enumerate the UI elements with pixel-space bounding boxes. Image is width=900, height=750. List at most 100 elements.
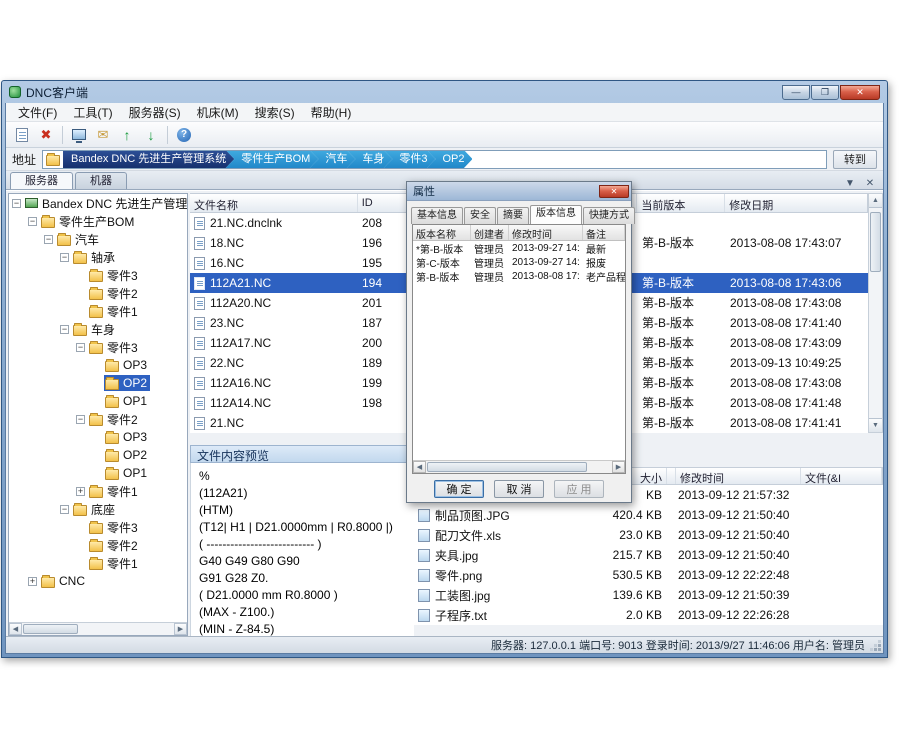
version-row[interactable]: *第-B-版本管理员2013-09-27 14:最新: [413, 241, 625, 255]
tree-item[interactable]: OP2: [9, 446, 187, 464]
tree-item[interactable]: 零件1: [9, 302, 187, 320]
close-button[interactable]: ✕: [840, 85, 880, 100]
tree-item[interactable]: +零件1: [9, 482, 187, 500]
attachment-row[interactable]: 子程序.txt2.0 KB2013-09-12 22:26:28: [414, 605, 883, 625]
attachment-column-file[interactable]: 文件(&I: [801, 468, 882, 484]
expander-icon[interactable]: −: [76, 415, 85, 424]
version-column-name[interactable]: 版本名称: [413, 225, 471, 240]
attachment-row[interactable]: 制品顶图.JPG420.4 KB2013-09-12 21:50:40: [414, 505, 883, 525]
expander-icon[interactable]: −: [12, 199, 21, 208]
tree-item[interactable]: OP3: [9, 356, 187, 374]
menu-item[interactable]: 帮助(H): [303, 103, 360, 123]
send-button[interactable]: ✉: [92, 124, 114, 146]
version-row[interactable]: 第-C-版本管理员2013-09-27 14:报废: [413, 255, 625, 269]
scroll-right-icon[interactable]: ▶: [612, 461, 625, 473]
tree-item[interactable]: −轴承: [9, 248, 187, 266]
delete-button[interactable]: ✖: [35, 124, 57, 146]
vertical-scrollbar[interactable]: ▲ ▼: [868, 193, 883, 433]
expander-icon[interactable]: −: [60, 325, 69, 334]
menu-item[interactable]: 机床(M): [189, 103, 247, 123]
expander-icon[interactable]: −: [76, 343, 85, 352]
apply-button[interactable]: 应 用: [554, 480, 604, 498]
expander-icon[interactable]: −: [60, 253, 69, 262]
expander-icon[interactable]: −: [44, 235, 53, 244]
tree-item[interactable]: +CNC: [9, 572, 187, 590]
dialog-tab[interactable]: 基本信息: [411, 207, 463, 224]
scroll-right-icon[interactable]: ▶: [174, 623, 187, 635]
column-header-version[interactable]: 当前版本: [637, 194, 725, 212]
minimize-button[interactable]: —: [782, 85, 810, 100]
tree-hscrollbar[interactable]: ◀▶: [9, 622, 187, 635]
view-tab[interactable]: 机器: [75, 172, 127, 189]
ok-button[interactable]: 确 定: [434, 480, 484, 498]
expander-icon[interactable]: −: [28, 217, 37, 226]
expander-icon[interactable]: +: [76, 487, 85, 496]
new-file-button[interactable]: [11, 124, 33, 146]
attachment-column-mtime[interactable]: 修改时间: [676, 468, 801, 484]
tree-item[interactable]: OP1: [9, 392, 187, 410]
scrollbar-thumb[interactable]: [427, 462, 587, 472]
tree-item[interactable]: 零件1: [9, 554, 187, 572]
expander-icon[interactable]: −: [60, 505, 69, 514]
scrollbar-thumb[interactable]: [23, 624, 78, 634]
tree-item[interactable]: −零件生产BOM: [9, 212, 187, 230]
version-column-creator[interactable]: 创建者: [471, 225, 509, 240]
scroll-left-icon[interactable]: ◀: [413, 461, 426, 473]
menu-item[interactable]: 搜索(S): [247, 103, 303, 123]
view-tab[interactable]: 服务器: [10, 172, 73, 189]
menu-item[interactable]: 文件(F): [10, 103, 65, 123]
column-header-name[interactable]: 文件名称: [190, 194, 358, 212]
tree-item[interactable]: −汽车: [9, 230, 187, 248]
expander-icon[interactable]: +: [28, 577, 37, 586]
machine-button[interactable]: [68, 124, 90, 146]
file-icon: [194, 357, 205, 370]
download-button[interactable]: ↓: [140, 124, 162, 146]
dialog-titlebar[interactable]: 属性 ✕: [407, 182, 631, 201]
go-button[interactable]: 转到: [833, 150, 877, 169]
maximize-button[interactable]: ❐: [811, 85, 839, 100]
tree-node: 轴承: [72, 248, 118, 267]
tree-item[interactable]: −车身: [9, 320, 187, 338]
dialog-tab[interactable]: 摘要: [497, 207, 529, 224]
dialog-tab[interactable]: 安全: [464, 207, 496, 224]
cancel-button[interactable]: 取 消: [494, 480, 544, 498]
attachment-row[interactable]: 零件.png530.5 KB2013-09-12 22:22:48: [414, 565, 883, 585]
menu-item[interactable]: 工具(T): [65, 103, 120, 123]
upload-button[interactable]: ↑: [116, 124, 138, 146]
breadcrumb-item[interactable]: Bandex DNC 先进生产管理系统: [63, 150, 234, 169]
scroll-down-icon[interactable]: ▼: [869, 418, 882, 432]
tree-item[interactable]: − 底座: [9, 500, 187, 518]
version-row[interactable]: 第-B-版本管理员2013-08-08 17:老产品程序: [413, 269, 625, 283]
scroll-left-icon[interactable]: ◀: [9, 623, 22, 635]
attachment-row[interactable]: 配刀文件.xls23.0 KB2013-09-12 21:50:40: [414, 525, 883, 545]
close-tab-icon[interactable]: ✕: [863, 178, 877, 189]
menu-item[interactable]: 服务器(S): [121, 103, 189, 123]
version-column-mtime[interactable]: 修改时间: [509, 225, 583, 240]
version-column-note[interactable]: 备注: [583, 225, 625, 240]
tree-item[interactable]: 零件2: [9, 536, 187, 554]
resize-grip[interactable]: [869, 639, 881, 651]
dialog-tab[interactable]: 快捷方式: [583, 207, 635, 224]
tree-item[interactable]: 零件2: [9, 284, 187, 302]
attachment-row[interactable]: 工装图.jpg139.6 KB2013-09-12 21:50:39: [414, 585, 883, 605]
help-button[interactable]: ?: [173, 124, 195, 146]
tree-item[interactable]: 零件3: [9, 518, 187, 536]
dialog-tab[interactable]: 版本信息: [530, 205, 582, 224]
scrollbar-thumb[interactable]: [870, 212, 881, 272]
tree-item[interactable]: OP1: [9, 464, 187, 482]
tree-item[interactable]: OP2: [9, 374, 187, 392]
dialog-close-button[interactable]: ✕: [599, 185, 629, 198]
chevron-down-icon[interactable]: ▼: [843, 178, 857, 189]
scroll-up-icon[interactable]: ▲: [869, 194, 882, 208]
titlebar[interactable]: DNC客户端 — ❐ ✕: [5, 81, 884, 103]
breadcrumb-item[interactable]: 零件生产BOM: [225, 150, 318, 169]
tree-item-label: 底座: [91, 501, 115, 518]
attachment-row[interactable]: 夹具.jpg215.7 KB2013-09-12 21:50:40: [414, 545, 883, 565]
tree-item[interactable]: −零件3: [9, 338, 187, 356]
tree-item[interactable]: OP3: [9, 428, 187, 446]
tree-item[interactable]: −零件2: [9, 410, 187, 428]
dialog-hscrollbar[interactable]: ◀ ▶: [413, 460, 625, 473]
column-header-mdate[interactable]: 修改日期: [725, 194, 867, 212]
tree-item[interactable]: −Bandex DNC 先进生产管理系统: [9, 194, 187, 212]
tree-item[interactable]: 零件3: [9, 266, 187, 284]
